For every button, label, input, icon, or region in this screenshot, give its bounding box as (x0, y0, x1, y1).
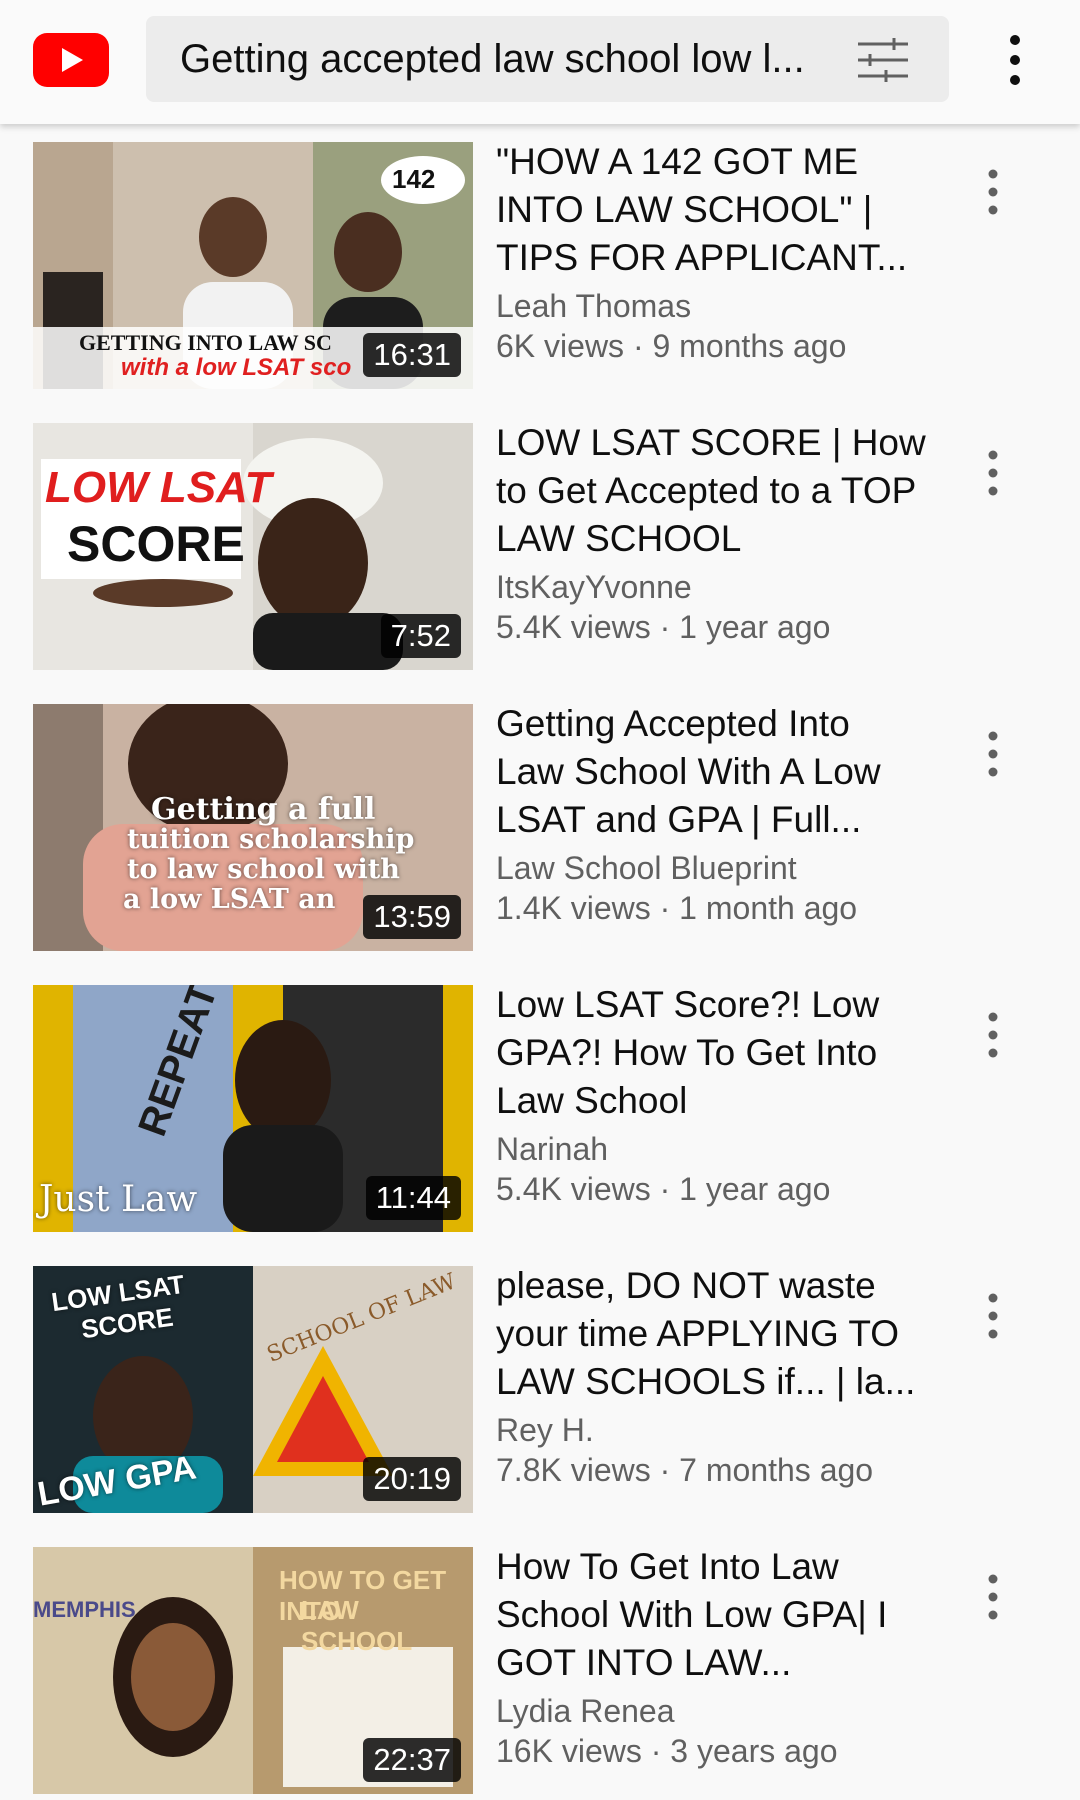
thumbnail-overlay-text: with a low LSAT sco (121, 354, 352, 381)
video-result[interactable]: LOW LSAT SCORE LOW GPA SCHOOL OF LAW 20:… (0, 1248, 1080, 1528)
vertical-more-icon[interactable] (995, 30, 1035, 90)
search-box[interactable]: Getting accepted law school low l... (146, 16, 949, 102)
video-title[interactable]: LOW LSAT SCORE | How to Get Accepted to … (496, 419, 926, 563)
video-duration-badge: 20:19 (363, 1457, 461, 1501)
video-stats: 1.4K views · 1 month ago (496, 890, 858, 926)
video-title[interactable]: Getting Accepted Into Law School With A … (496, 700, 926, 844)
thumbnail-overlay-text: 142 (392, 164, 436, 194)
video-title[interactable]: "HOW A 142 GOT ME INTO LAW SCHOOL" | TIP… (496, 138, 926, 282)
video-result[interactable]: 142 GETTING INTO LAW SC with a low LSAT … (0, 124, 1080, 404)
tune-filter-icon[interactable] (854, 36, 912, 84)
video-meta[interactable]: please, DO NOT waste your time APPLYING … (496, 1262, 926, 1490)
thumbnail-overlay-text: SCORE (67, 516, 245, 572)
thumbnail-overlay-text: tuition scholarship (127, 824, 415, 855)
video-stats: 5.4K views · 1 year ago (496, 609, 831, 645)
video-stats: 5.4K views · 1 year ago (496, 1171, 831, 1207)
video-result[interactable]: Getting a full tuition scholarship to la… (0, 686, 1080, 966)
video-duration-badge: 11:44 (365, 1176, 461, 1220)
top-app-bar: Getting accepted law school low l... (0, 0, 1080, 124)
thumbnail-overlay-text: Just Law (39, 1179, 198, 1220)
vertical-more-icon[interactable] (978, 724, 1008, 784)
video-meta[interactable]: "HOW A 142 GOT ME INTO LAW SCHOOL" | TIP… (496, 138, 926, 366)
channel-name[interactable]: Rey H. (496, 1410, 926, 1450)
video-thumbnail[interactable]: LOW LSAT SCORE 7:52 (33, 423, 473, 670)
thumbnail-overlay-text: LOW LSAT (45, 463, 272, 512)
video-thumbnail[interactable]: Getting a full tuition scholarship to la… (33, 704, 473, 951)
channel-name[interactable]: Lydia Renea (496, 1691, 926, 1731)
video-duration-badge: 7:52 (380, 614, 461, 658)
video-result[interactable]: HOW TO GET INTO LAW SCHOOL MEMPHIS 22:37… (0, 1529, 1080, 1800)
video-meta[interactable]: Low LSAT Score?! Low GPA?! How To Get In… (496, 981, 926, 1209)
video-meta[interactable]: How To Get Into Law School With Low GPA|… (496, 1543, 926, 1771)
video-stats: 6K views · 9 months ago (496, 328, 847, 364)
channel-name[interactable]: ItsKayYvonne (496, 567, 926, 607)
video-duration-badge: 22:37 (363, 1738, 461, 1782)
video-title[interactable]: Low LSAT Score?! Low GPA?! How To Get In… (496, 981, 926, 1125)
video-result[interactable]: LOW LSAT SCORE 7:52 LOW LSAT SCORE | How… (0, 405, 1080, 685)
vertical-more-icon[interactable] (978, 162, 1008, 222)
thumbnail-overlay-text: GETTING INTO LAW SC (79, 330, 332, 355)
video-title[interactable]: How To Get Into Law School With Low GPA|… (496, 1543, 926, 1687)
video-thumbnail[interactable]: 142 GETTING INTO LAW SC with a low LSAT … (33, 142, 473, 389)
video-result[interactable]: REPEAT Just Law 11:44 Low LSAT Score?! L… (0, 967, 1080, 1247)
thumbnail-overlay-text: LAW SCHOOL (301, 1595, 413, 1656)
thumbnail-overlay-text: Getting a full (151, 792, 376, 827)
channel-name[interactable]: Law School Blueprint (496, 848, 926, 888)
video-meta[interactable]: LOW LSAT SCORE | How to Get Accepted to … (496, 419, 926, 647)
video-title[interactable]: please, DO NOT waste your time APPLYING … (496, 1262, 926, 1406)
thumbnail-overlay-text: to law school with (127, 854, 400, 885)
video-duration-badge: 16:31 (363, 333, 461, 377)
thumbnail-overlay-text: a low LSAT an (123, 884, 336, 915)
vertical-more-icon[interactable] (978, 1567, 1008, 1627)
video-duration-badge: 13:59 (363, 895, 461, 939)
thumbnail-overlay-text: MEMPHIS (33, 1597, 136, 1622)
vertical-more-icon[interactable] (978, 1286, 1008, 1346)
vertical-more-icon[interactable] (978, 443, 1008, 503)
video-meta[interactable]: Getting Accepted Into Law School With A … (496, 700, 926, 928)
youtube-logo-icon[interactable] (33, 33, 109, 87)
video-thumbnail[interactable]: LOW LSAT SCORE LOW GPA SCHOOL OF LAW 20:… (33, 1266, 473, 1513)
channel-name[interactable]: Leah Thomas (496, 286, 926, 326)
channel-name[interactable]: Narinah (496, 1129, 926, 1169)
video-stats: 7.8K views · 7 months ago (496, 1452, 874, 1488)
vertical-more-icon[interactable] (978, 1005, 1008, 1065)
video-thumbnail[interactable]: HOW TO GET INTO LAW SCHOOL MEMPHIS 22:37 (33, 1547, 473, 1794)
video-thumbnail[interactable]: REPEAT Just Law 11:44 (33, 985, 473, 1232)
video-stats: 16K views · 3 years ago (496, 1733, 838, 1769)
search-query-text[interactable]: Getting accepted law school low l... (180, 36, 820, 82)
